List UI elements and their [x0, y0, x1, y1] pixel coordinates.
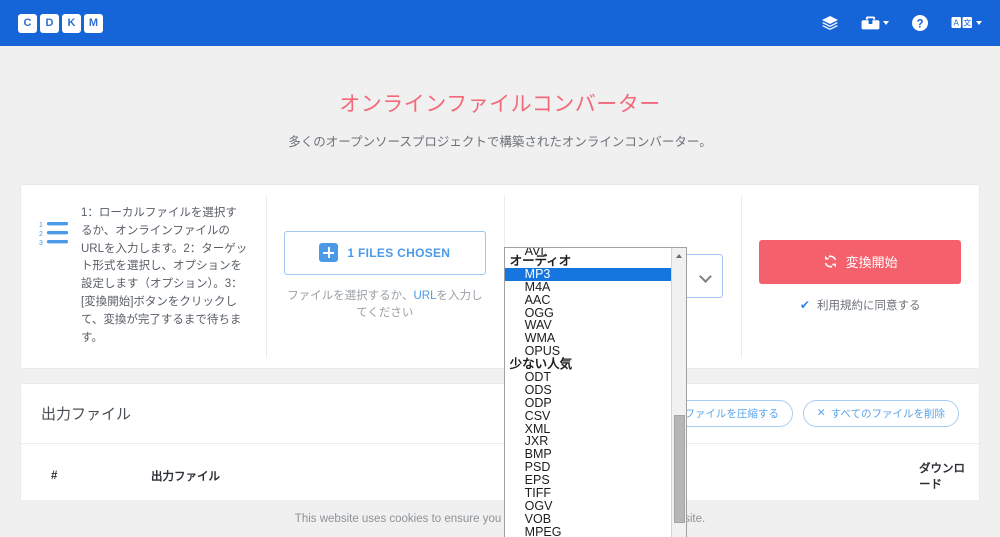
agree-terms-checkbox[interactable]: ✔ 利用規約に同意する — [759, 297, 961, 313]
output-files-header: 出力ファイル すべてのファイルを圧縮する ✕ すべてのファイルを削除 — [21, 384, 979, 444]
table-header-row: # 出力ファイル ダウンロード — [21, 443, 979, 507]
page-subtitle: 多くのオープンソースプロジェクトで構築されたオンラインコンバーター。 — [288, 135, 712, 149]
target-format-column: 目標： PDF AVIオーディオMP3M4AAACOGGWAVWMAOPUS少な… — [503, 185, 742, 537]
svg-text:文: 文 — [963, 18, 971, 28]
target-format-dropdown[interactable]: AVI オーディオ MP3 M4A AAC OGG WAV WMA OPUS 少ない人気 ODT OD… — [503, 247, 687, 537]
dropdown-option[interactable]: CSV — [505, 409, 671, 423]
column-header-download: ダウンロード — [907, 443, 979, 507]
brand-letter-d: D — [40, 13, 59, 33]
chevron-down-icon — [976, 21, 982, 25]
scrollbar-thumb[interactable] — [673, 415, 685, 523]
top-navbar: C D K M ? A 文 — [0, 0, 1000, 46]
start-convert-button[interactable]: 変換開始 — [759, 239, 962, 284]
choose-files-hint: ファイルを選択するか、URLを入力してください — [284, 288, 486, 323]
dropdown-option[interactable]: ODP — [505, 396, 671, 410]
dropdown-scrollbar[interactable] — [670, 248, 686, 537]
hero-section: オンラインファイルコンバーター 多くのオープンソースプロジェクトで構築されたオン… — [20, 46, 980, 150]
dropdown-option[interactable]: MP3 — [504, 267, 671, 281]
cookie-banner: This website uses cookies to ensure you … — [0, 500, 1000, 537]
file-choose-column: 1 FILES CHOSEN ファイルを選択するか、URLを入力してください — [266, 185, 504, 368]
dropdown-group-label: オーディオ — [509, 254, 572, 268]
dropdown-option[interactable]: ODS — [505, 384, 671, 397]
scroll-up-arrow-icon[interactable] — [672, 248, 686, 263]
brand-logo[interactable]: C D K M — [18, 13, 103, 33]
help-circle-icon[interactable]: ? — [911, 14, 929, 32]
chevron-down-icon — [883, 21, 889, 25]
dropdown-option[interactable]: AAC — [505, 293, 671, 307]
dropdown-option[interactable]: MPEG — [505, 525, 671, 537]
url-input-link[interactable]: URL — [413, 290, 436, 302]
brand-letter-c: C — [18, 13, 37, 33]
delete-all-files-label: すべてのファイルを削除 — [830, 407, 945, 420]
brand-letter-m: M — [84, 13, 103, 33]
ordered-list-icon: 1 2 3 — [39, 205, 69, 250]
svg-text:3: 3 — [39, 240, 43, 245]
choose-files-button[interactable]: 1 FILES CHOSEN — [284, 230, 486, 275]
output-files-title: 出力ファイル — [41, 405, 132, 423]
close-icon: ✕ — [816, 407, 826, 419]
dropdown-option[interactable]: TIFF — [505, 487, 671, 500]
dropdown-option[interactable]: OGV — [505, 500, 671, 513]
toolbox-icon[interactable] — [861, 15, 889, 31]
choose-hint-prefix: ファイルを選択するか、 — [287, 289, 414, 302]
svg-text:?: ? — [916, 18, 923, 30]
dropdown-option[interactable]: M4A — [505, 280, 671, 294]
steps-column: 1 2 3 1：ローカルファイルを選択するか、オンラインファイルのURLを入力し… — [21, 185, 266, 368]
plus-icon — [319, 243, 339, 262]
refresh-icon — [824, 255, 836, 268]
converter-card: 1 2 3 1：ローカルファイルを選択するか、オンラインファイルのURLを入力し… — [20, 184, 980, 537]
navbar-icon-group: ? A 文 — [821, 14, 982, 32]
language-icon[interactable]: A 文 — [951, 16, 982, 30]
svg-text:1: 1 — [39, 222, 43, 229]
dropdown-option[interactable]: VOB — [505, 512, 671, 526]
delete-all-files-button[interactable]: ✕ すべてのファイルを削除 — [802, 399, 959, 427]
start-convert-label: 変換開始 — [845, 255, 898, 271]
steps-text: 1：ローカルファイルを選択するか、オンラインファイルのURLを入力します。2：タ… — [81, 207, 248, 344]
layers-icon[interactable] — [821, 14, 839, 32]
dropdown-option[interactable]: ODT — [505, 371, 671, 384]
svg-text:2: 2 — [39, 231, 43, 238]
page-content: オンラインファイルコンバーター 多くのオープンソースプロジェクトで構築されたオン… — [0, 46, 1000, 537]
checkmark-icon: ✔ — [799, 297, 810, 312]
column-header-index: # — [21, 443, 141, 507]
convert-column: 変換開始 ✔ 利用規約に同意する — [741, 185, 979, 368]
brand-letter-k: K — [62, 13, 81, 33]
svg-text:A: A — [954, 19, 960, 28]
choose-files-label: 1 FILES CHOSEN — [347, 245, 451, 260]
page-title: オンラインファイルコンバーター — [339, 93, 661, 116]
agree-terms-label: 利用規約に同意する — [816, 299, 921, 312]
dropdown-option-list[interactable]: AVI オーディオ MP3 M4A AAC OGG WAV WMA OPUS 少ない人気 ODT OD… — [504, 248, 671, 537]
